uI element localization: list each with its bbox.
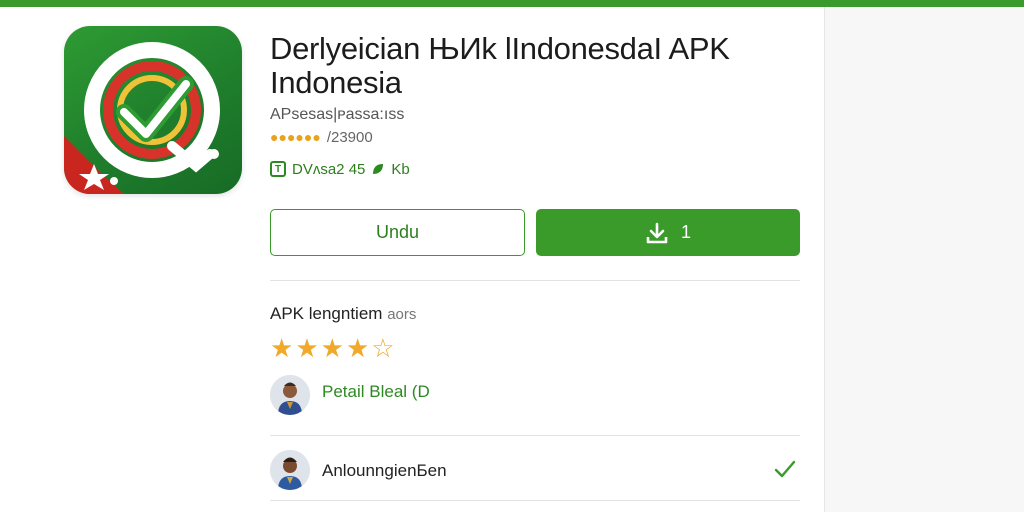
download-icon (646, 222, 668, 243)
app-rating-summary: ● ● ● ● ● ● /23900 (270, 128, 373, 146)
person-icon (270, 375, 310, 415)
review-divider (270, 435, 800, 436)
bottom-divider (270, 500, 800, 501)
ratings-title-suffix: aors (387, 306, 417, 323)
star-icon: ● (270, 129, 279, 145)
app-title-line1: Derlyeician ЊИk lIndonesdaI APK (270, 31, 730, 66)
star-filled-icon[interactable]: ★ (270, 334, 293, 362)
star-filled-icon[interactable]: ★ (346, 334, 369, 362)
app-info-row: T DVʌsa2 45 Kb (270, 158, 410, 180)
star-icon: ● (286, 129, 296, 145)
star-icon: ● (295, 129, 304, 145)
star-icon: ● (312, 129, 321, 145)
check-icon[interactable] (772, 456, 798, 482)
secondary-button-label: Undu (375, 222, 420, 242)
package-icon: T (270, 161, 286, 177)
section-divider (270, 280, 800, 281)
review-item-1[interactable]: Petail Bleal (D (322, 382, 430, 402)
ratings-section-title: APK lengntiem aors (270, 304, 416, 324)
right-side-panel (824, 7, 1024, 512)
leaf-icon (373, 164, 384, 174)
app-title-line2: Indonesia (270, 65, 402, 100)
star-icon: ● (303, 129, 313, 145)
star-filled-icon[interactable]: ★ (295, 334, 318, 362)
star-icon: ● (278, 129, 287, 145)
rating-count: /23900 (326, 128, 373, 146)
primary-download-button[interactable]: 1 (536, 209, 800, 256)
app-title: Derlyeician ЊИk lIndonesdaI APK Indonesi… (270, 32, 810, 100)
reviewer-name: AnlounngienБen (322, 461, 447, 480)
primary-button-label: 1 (680, 222, 691, 242)
avatar[interactable] (270, 375, 310, 415)
review-item-2[interactable]: AnlounngienБen (322, 461, 447, 481)
ratings-title-text: APK lengntiem (270, 304, 383, 323)
rating-stars[interactable]: ★ ★ ★ ★ ☆ (270, 334, 395, 362)
top-accent-bar (0, 0, 1024, 7)
mini-rating-stars: ● ● ● ● ● ● (270, 130, 321, 144)
app-logo-icon (64, 26, 242, 194)
app-info-text: DVʌsa2 45 (292, 160, 366, 178)
star-filled-icon[interactable]: ★ (321, 334, 344, 362)
star-empty-icon[interactable]: ☆ (371, 334, 394, 362)
app-info-suffix: Kb (391, 160, 410, 178)
app-subtitle: APsesas|ᴘassa:ıss (270, 106, 405, 123)
reviewer-badge: (D (411, 382, 430, 401)
reviewer-name: Petail Bleal (322, 382, 408, 401)
secondary-download-button[interactable]: Undu (270, 209, 525, 256)
avatar[interactable] (270, 450, 310, 490)
person-icon (270, 450, 310, 490)
